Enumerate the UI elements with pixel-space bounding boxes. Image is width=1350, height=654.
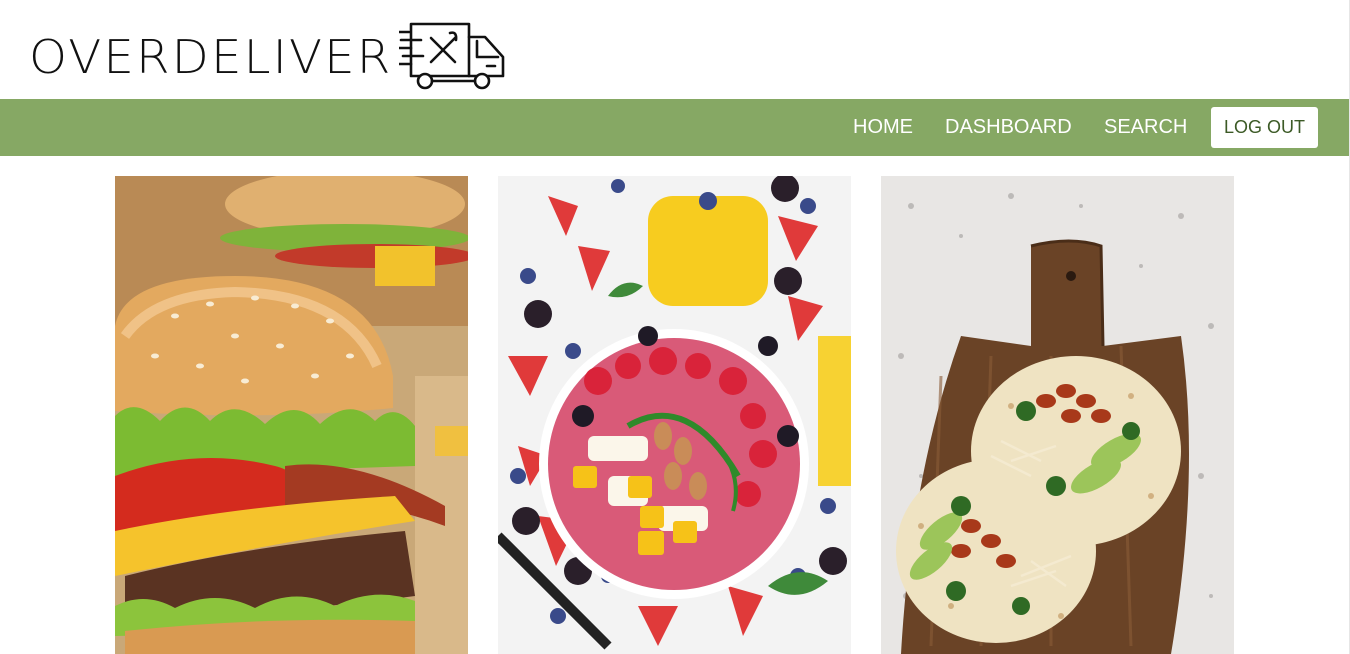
delivery-truck-icon: [399, 22, 505, 90]
nav-search[interactable]: SEARCH: [1104, 99, 1187, 156]
food-card-smoothie-bowl[interactable]: [498, 176, 851, 654]
tacos-image: [881, 176, 1234, 654]
brand-logo[interactable]: OVERDELIVER: [29, 22, 390, 92]
main-nav: HOME DASHBOARD SEARCH LOG OUT: [0, 99, 1349, 156]
smoothie-bowl-image: [498, 176, 851, 654]
nav-dashboard[interactable]: DASHBOARD: [945, 99, 1072, 156]
brand-name: OVERDELIVER: [29, 30, 393, 84]
burger-image: [115, 176, 468, 654]
food-card-burger[interactable]: [115, 176, 468, 654]
food-card-tacos[interactable]: [881, 176, 1234, 654]
logout-button[interactable]: LOG OUT: [1211, 107, 1318, 148]
nav-home[interactable]: HOME: [853, 99, 913, 156]
site-header: OVERDELIVER: [0, 0, 1350, 99]
